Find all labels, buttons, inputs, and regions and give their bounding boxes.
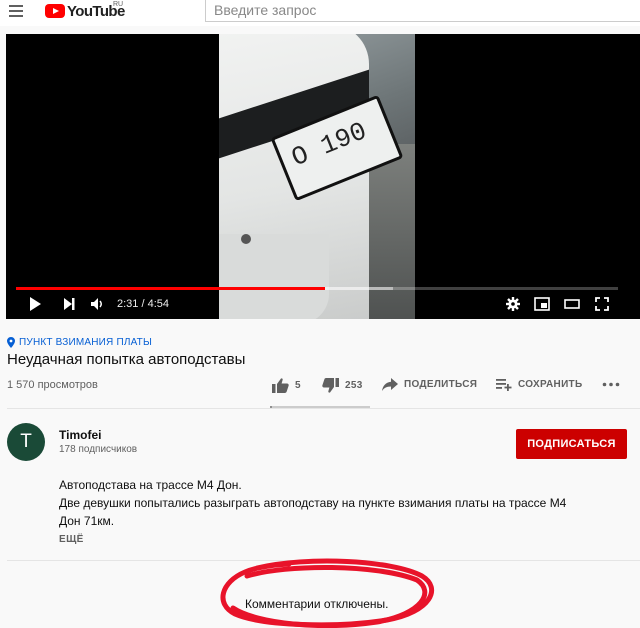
share-icon [382,378,398,391]
settings-button[interactable] [506,297,520,311]
fullscreen-button[interactable] [595,297,609,311]
divider [7,408,640,409]
save-button[interactable]: СОХРАНИТЬ [496,378,582,391]
region-label: RU [113,1,124,8]
video-player[interactable]: О 190 2:31 / 4:54 [6,34,640,319]
miniplayer-icon [534,297,550,311]
theater-mode-icon [564,299,580,309]
next-button[interactable] [62,297,76,311]
settings-icon [506,297,520,311]
like-count: 5 [295,380,301,391]
progress-played [16,287,325,290]
time-display: 2:31 / 4:54 [117,298,169,310]
youtube-logo-icon [45,4,65,18]
channel-name[interactable]: Timofei [59,428,101,442]
like-icon [272,378,289,393]
play-icon [30,297,41,311]
volume-icon [91,298,102,310]
more-icon [602,382,620,387]
dislike-button[interactable]: 253 [322,378,363,393]
description: Автоподстава на трассе М4 Дон. Две девуш… [59,476,566,530]
description-line: Дон 71км. [59,514,115,528]
avatar[interactable]: T [7,423,45,461]
miniplayer-button[interactable] [534,297,550,311]
location-label: ПУНКТ ВЗИМАНИЯ ПЛАТЫ [19,337,153,348]
progress-bar[interactable] [16,287,618,290]
theater-mode-button[interactable] [564,297,580,311]
play-button[interactable] [28,297,42,311]
avatar-letter: T [20,431,32,452]
video-frame: О 190 [219,34,415,319]
comments-disabled-message: Комментарии отключены. [245,597,389,611]
subscribe-button[interactable]: ПОДПИСАТЬСЯ [516,429,627,459]
save-playlist-icon [496,379,512,391]
view-count: 1 570 просмотров [7,379,98,391]
show-more-button[interactable]: ЕЩЁ [59,534,84,545]
volume-button[interactable] [90,297,104,311]
description-line: Две девушки попытались разыграть автопод… [59,496,567,510]
search-input[interactable] [205,0,640,22]
description-line: Автоподстава на трассе М4 Дон. [59,478,242,492]
share-button[interactable]: ПОДЕЛИТЬСЯ [382,378,477,391]
fullscreen-icon [595,297,609,311]
location-pin-icon [7,337,15,348]
share-label: ПОДЕЛИТЬСЯ [404,379,478,390]
like-button[interactable]: 5 [272,378,301,393]
next-icon [64,298,75,310]
location-link[interactable]: ПУНКТ ВЗИМАНИЯ ПЛАТЫ [7,337,152,348]
video-title: Неудачная попытка автоподставы [7,351,246,368]
red-circle-highlight [220,558,435,628]
subscriber-count: 178 подписчиков [59,444,138,455]
masthead: YouTube RU [0,0,640,26]
dislike-count: 253 [345,380,363,391]
save-label: СОХРАНИТЬ [518,379,583,390]
dislike-icon [322,378,339,393]
more-actions-button[interactable] [602,382,620,387]
menu-icon[interactable] [9,5,23,17]
